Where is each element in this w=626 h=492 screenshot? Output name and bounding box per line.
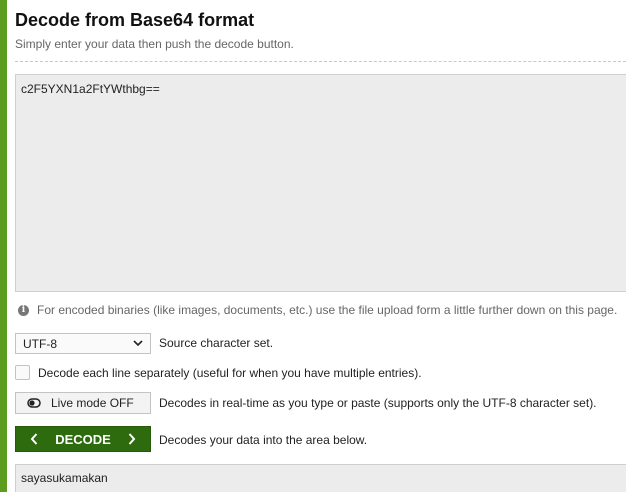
toggle-off-icon [27,398,41,408]
charset-select[interactable]: UTF-8 [15,333,151,354]
info-icon: i [18,304,29,316]
live-mode-description: Decodes in real-time as you type or past… [159,396,597,410]
chevron-right-icon [128,433,136,445]
each-line-checkbox[interactable] [15,365,30,380]
info-note-text: For encoded binaries (like images, docum… [37,303,618,317]
chevron-down-icon [133,340,143,347]
base64-input[interactable]: c2F5YXN1a2FtYWthbg== [15,74,626,292]
divider [15,61,626,62]
charset-selected-value: UTF-8 [23,336,57,351]
page-title: Decode from Base64 format [15,10,255,30]
decode-description: Decodes your data into the area below. [159,433,368,447]
each-line-label: Decode each line separately (useful for … [38,366,422,380]
live-mode-label: Live mode OFF [51,396,134,410]
page-subtitle: Simply enter your data then push the dec… [15,37,294,51]
charset-label: Source character set. [159,336,274,350]
live-mode-button[interactable]: Live mode OFF [15,392,151,414]
left-accent-stripe [0,0,7,492]
decode-button-label: DECODE [55,431,111,447]
info-note: i For encoded binaries (like images, doc… [18,303,617,317]
chevron-left-icon [30,433,38,445]
decode-button[interactable]: DECODE [15,426,151,452]
decoded-output[interactable]: sayasukamakan [15,464,626,492]
